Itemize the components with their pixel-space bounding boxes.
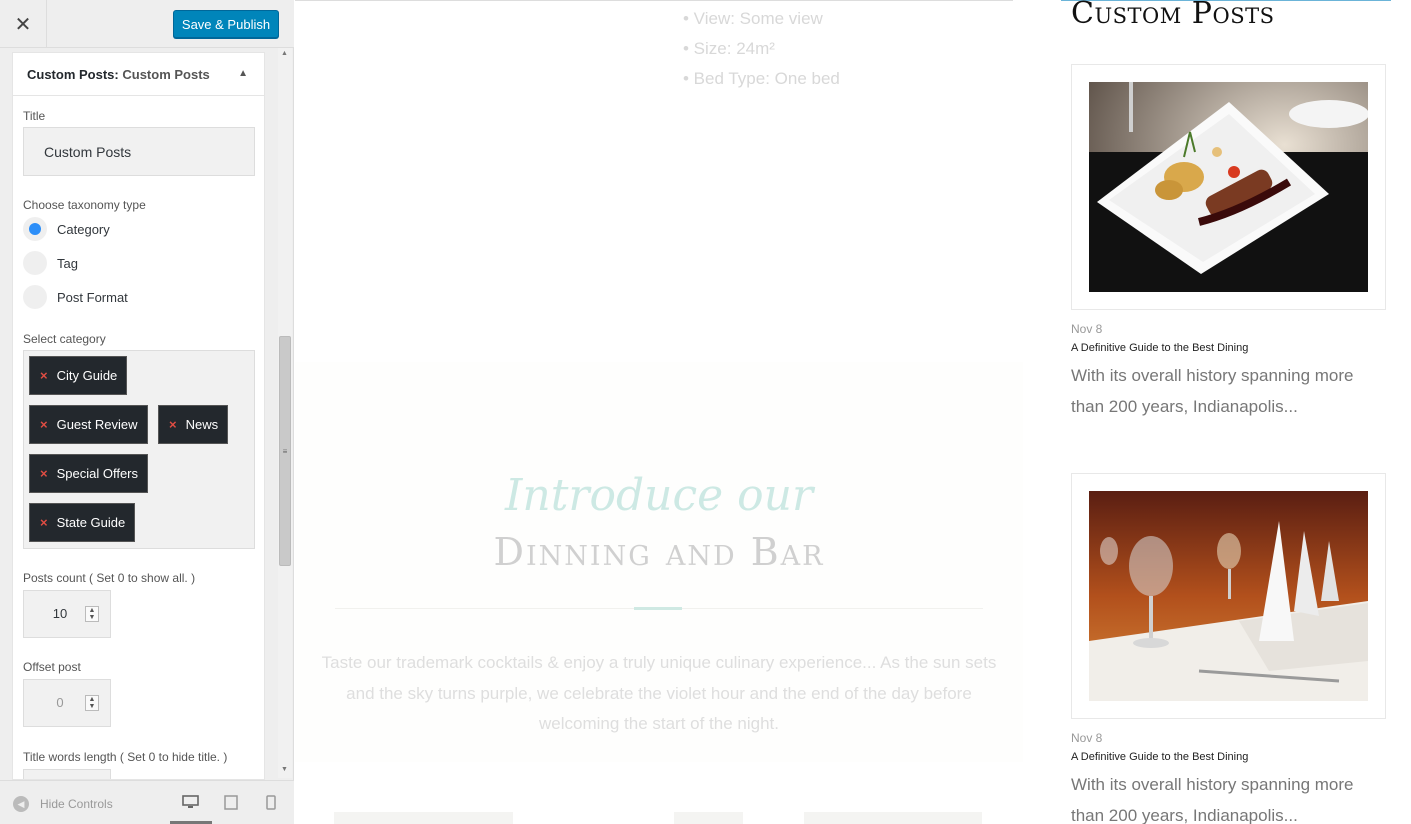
post-date: Nov 8	[1071, 731, 1103, 745]
radio-label: Tag	[57, 255, 78, 271]
post-excerpt: With its overall history spanning more t…	[1071, 366, 1354, 416]
title-words-label: Title words length ( Set 0 to hide title…	[23, 750, 228, 764]
chip-label: Guest Review	[56, 417, 138, 432]
category-label: Select category	[23, 332, 106, 346]
intro-script-heading: Introduce our	[505, 470, 813, 521]
desktop-icon[interactable]	[182, 795, 199, 809]
title-label: Title	[23, 109, 46, 123]
tablet-icon[interactable]	[224, 795, 240, 810]
customizer-panel: ✕ Save & Publish Custom Posts: Custom Po…	[0, 0, 294, 824]
post-date: Nov 8	[1071, 322, 1103, 336]
panel-scrollbar[interactable]: ▲ ≡ ▼	[278, 48, 292, 778]
taxonomy-label: Choose taxonomy type	[23, 198, 146, 212]
collapse-arrow-icon[interactable]: ▲	[238, 68, 248, 79]
category-chip: × State Guide	[29, 503, 136, 542]
intro-text: Taste our trademark cocktails & enjoy a …	[321, 653, 997, 733]
site-preview: • View: Some view • Size: 24m² • Bed Typ…	[295, 0, 1411, 824]
spec-item: • Bed Type: One bed	[683, 69, 840, 88]
radio-post-format[interactable]: Post Format	[23, 285, 128, 309]
post-thumbnail-dish[interactable]	[1089, 82, 1368, 292]
spinner-icon[interactable]: ▲ ▼	[85, 606, 99, 622]
category-select[interactable]: × City Guide × Guest Review × News × Spe…	[23, 350, 255, 549]
scroll-thumb[interactable]: ≡	[279, 336, 291, 566]
spec-item: • View: Some view	[683, 9, 823, 28]
remove-icon[interactable]: ×	[40, 466, 48, 481]
chip-label: City Guide	[56, 368, 118, 383]
section-name: Custom Posts	[122, 67, 210, 82]
title-input[interactable]: Custom Posts	[23, 127, 255, 176]
remove-icon[interactable]: ×	[40, 417, 48, 432]
radio-unchecked-icon[interactable]	[23, 251, 47, 275]
close-icon: ✕	[14, 13, 32, 36]
radio-label: Category	[57, 221, 110, 237]
room-specs: • View: Some view • Size: 24m² • Bed Typ…	[683, 4, 840, 94]
category-chip: × City Guide	[29, 356, 128, 395]
accent-divider	[634, 607, 682, 610]
radio-checked-icon[interactable]	[23, 217, 47, 241]
spec-item: • Size: 24m²	[683, 39, 775, 58]
divider	[295, 0, 1013, 1]
post-title-link[interactable]: A Definitive Guide to the Best Dining	[1071, 342, 1248, 354]
scroll-up-icon[interactable]: ▲	[281, 50, 288, 57]
hide-controls-button[interactable]: ◀ Hide Controls	[13, 796, 113, 812]
offset-input[interactable]: 0 ▲ ▼	[23, 679, 111, 727]
remove-icon[interactable]: ×	[40, 515, 48, 530]
intro-title: Dinning and Bar	[493, 530, 825, 574]
offset-label: Offset post	[23, 660, 81, 674]
remove-icon[interactable]: ×	[169, 417, 177, 432]
save-publish-button[interactable]: Save & Publish	[173, 10, 279, 38]
post-card[interactable]	[1071, 473, 1386, 719]
posts-count-label: Posts count ( Set 0 to show all. )	[23, 571, 196, 585]
radio-tag[interactable]: Tag	[23, 251, 78, 275]
widget-title: Custom Posts	[1071, 0, 1275, 31]
gallery-thumb[interactable]	[334, 812, 513, 824]
chip-label: State Guide	[56, 515, 126, 530]
hide-controls-label: Hide Controls	[40, 797, 113, 811]
panel-footer: ◀ Hide Controls	[0, 780, 294, 824]
section-prefix: Custom Posts:	[27, 67, 119, 82]
post-excerpt: With its overall history spanning more t…	[1071, 775, 1354, 824]
spinner-icon[interactable]: ▲ ▼	[85, 695, 99, 711]
chip-label: Special Offers	[56, 466, 139, 481]
collapse-left-icon: ◀	[13, 796, 29, 812]
title-words-input[interactable]	[23, 769, 111, 779]
scroll-down-icon[interactable]: ▼	[281, 766, 288, 773]
section-header[interactable]: Custom Posts: Custom Posts ▲	[13, 53, 264, 96]
panel-header: ✕ Save & Publish	[0, 0, 294, 48]
post-title-link[interactable]: A Definitive Guide to the Best Dining	[1071, 751, 1248, 763]
chip-label: News	[185, 417, 219, 432]
widget-settings-section: Custom Posts: Custom Posts ▲ Title Custo…	[12, 52, 265, 780]
close-button[interactable]: ✕	[0, 0, 47, 48]
gallery-thumb[interactable]	[804, 812, 982, 824]
posts-count-input[interactable]: 10 ▲ ▼	[23, 590, 111, 638]
post-thumbnail-table[interactable]	[1089, 491, 1368, 701]
category-chip: × Guest Review	[29, 405, 148, 444]
radio-unchecked-icon[interactable]	[23, 285, 47, 309]
post-card[interactable]	[1071, 64, 1386, 310]
gallery-thumb[interactable]	[674, 812, 743, 824]
mobile-icon[interactable]	[266, 795, 282, 810]
category-chip: × News	[158, 405, 229, 444]
radio-category[interactable]: Category	[23, 217, 110, 241]
remove-icon[interactable]: ×	[40, 368, 48, 383]
category-chip: × Special Offers	[29, 454, 149, 493]
radio-label: Post Format	[57, 289, 128, 305]
